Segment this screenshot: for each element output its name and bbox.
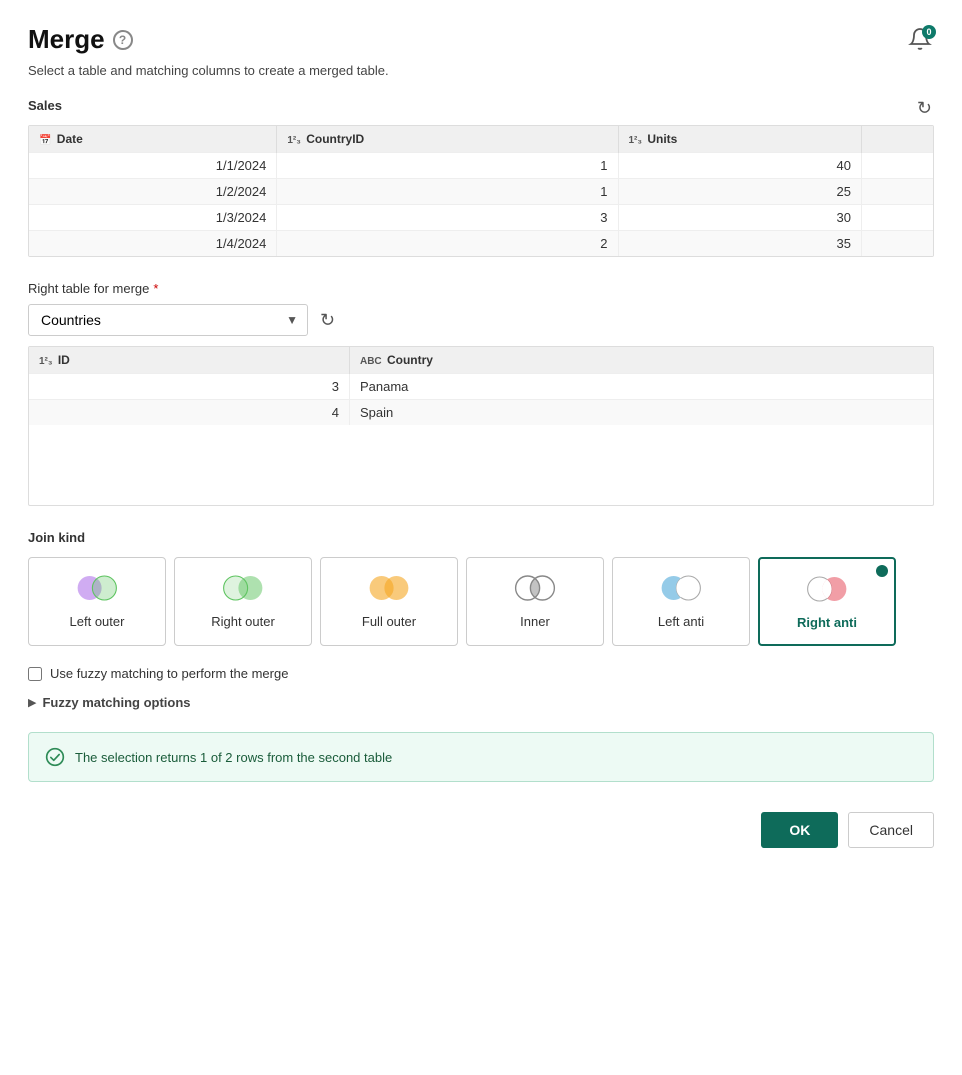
cell-countryid: 3 (277, 205, 618, 231)
join-option-label: Left anti (658, 614, 704, 629)
sales-col-units: 1²₃ Units (618, 126, 862, 153)
dialog-header: Merge ? 0 (28, 24, 934, 55)
cell-id: 4 (29, 400, 349, 426)
countries-col-id: 1²₃ ID (29, 347, 349, 374)
join-option-label: Right outer (211, 614, 275, 629)
cell-id: 3 (29, 374, 349, 400)
table-row: 1/4/2024 2 35 (29, 231, 933, 257)
page-title: Merge (28, 24, 105, 55)
cell-units: 35 (618, 231, 862, 257)
sales-col-date: 📅 Date (29, 126, 277, 153)
sales-col-empty (862, 126, 933, 153)
table-row: 4 Spain (29, 400, 933, 426)
cell-empty (862, 179, 933, 205)
cell-units: 30 (618, 205, 862, 231)
join-option-right-anti[interactable]: Right anti (758, 557, 896, 646)
dropdown-wrapper: Countries ▼ ↻ (28, 304, 934, 336)
sales-col-countryid: 1²₃ CountryID (277, 126, 618, 153)
success-text: The selection returns 1 of 2 rows from t… (75, 750, 392, 765)
success-message: The selection returns 1 of 2 rows from t… (28, 732, 934, 782)
sales-table-wrapper: 📅 Date 1²₃ CountryID 1²₃ Units 1/1/2024 … (28, 125, 934, 257)
sales-refresh-button[interactable]: ↻ (915, 96, 934, 121)
right-anti-icon (803, 573, 851, 605)
cell-empty (862, 231, 933, 257)
join-option-left-anti[interactable]: Left anti (612, 557, 750, 646)
join-option-full-outer[interactable]: Full outer (320, 557, 458, 646)
countries-table-wrapper: 1²₃ ID ABC Country 3 Panama 4 Spain (28, 346, 934, 506)
cell-empty (862, 153, 933, 179)
right-outer-icon (219, 572, 267, 604)
button-row: OK Cancel (28, 812, 934, 848)
table-row: 1/1/2024 1 40 (29, 153, 933, 179)
cell-date: 1/3/2024 (29, 205, 277, 231)
cell-countryid: 1 (277, 153, 618, 179)
fuzzy-matching-row: Use fuzzy matching to perform the merge (28, 666, 934, 681)
cell-country: Spain (349, 400, 933, 426)
cell-country: Panama (349, 374, 933, 400)
cell-empty (862, 205, 933, 231)
join-option-label: Full outer (362, 614, 416, 629)
notification-icon[interactable]: 0 (908, 27, 934, 53)
sales-section-header: Sales ↻ (28, 96, 934, 121)
cell-countryid: 2 (277, 231, 618, 257)
inner-icon (511, 572, 559, 604)
cell-units: 25 (618, 179, 862, 205)
fuzzy-options-row[interactable]: ▶ Fuzzy matching options (28, 695, 934, 710)
fuzzy-matching-checkbox[interactable] (28, 667, 42, 681)
fuzzy-options-label: Fuzzy matching options (42, 695, 190, 710)
join-option-label: Inner (520, 614, 550, 629)
chevron-right-icon: ▶ (28, 696, 36, 709)
join-option-left-outer[interactable]: Left outer (28, 557, 166, 646)
cell-units: 40 (618, 153, 862, 179)
cancel-button[interactable]: Cancel (848, 812, 934, 848)
title-group: Merge ? (28, 24, 133, 55)
join-option-inner[interactable]: Inner (466, 557, 604, 646)
table-row: 1/3/2024 3 30 (29, 205, 933, 231)
success-icon (45, 747, 65, 767)
right-table-label: Right table for merge * (28, 281, 934, 296)
sales-table: 📅 Date 1²₃ CountryID 1²₃ Units 1/1/2024 … (29, 126, 933, 256)
join-option-right-outer[interactable]: Right outer (174, 557, 312, 646)
cell-date: 1/2/2024 (29, 179, 277, 205)
ok-button[interactable]: OK (761, 812, 838, 848)
join-options: Left outer Right outer Full outer Inner (28, 557, 934, 646)
table-row: 3 Panama (29, 374, 933, 400)
right-table-dropdown-container[interactable]: Countries ▼ (28, 304, 308, 336)
countries-table: 1²₃ ID ABC Country 3 Panama 4 Spain (29, 347, 933, 425)
countries-refresh-button[interactable]: ↻ (318, 308, 337, 333)
notification-badge: 0 (922, 25, 936, 39)
cell-date: 1/4/2024 (29, 231, 277, 257)
cell-date: 1/1/2024 (29, 153, 277, 179)
fuzzy-matching-label: Use fuzzy matching to perform the merge (50, 666, 288, 681)
cell-countryid: 1 (277, 179, 618, 205)
required-star: * (153, 281, 158, 296)
full-outer-icon (365, 572, 413, 604)
left-outer-icon (73, 572, 121, 604)
help-icon[interactable]: ? (113, 30, 133, 50)
page-subtitle: Select a table and matching columns to c… (28, 63, 934, 78)
join-option-label: Left outer (70, 614, 125, 629)
right-table-dropdown[interactable]: Countries (28, 304, 308, 336)
selected-indicator (876, 565, 888, 577)
join-option-label: Right anti (797, 615, 857, 630)
countries-col-country: ABC Country (349, 347, 933, 374)
join-kind-label: Join kind (28, 530, 934, 545)
left-anti-icon (657, 572, 705, 604)
table-row: 1/2/2024 1 25 (29, 179, 933, 205)
sales-label: Sales (28, 98, 62, 113)
